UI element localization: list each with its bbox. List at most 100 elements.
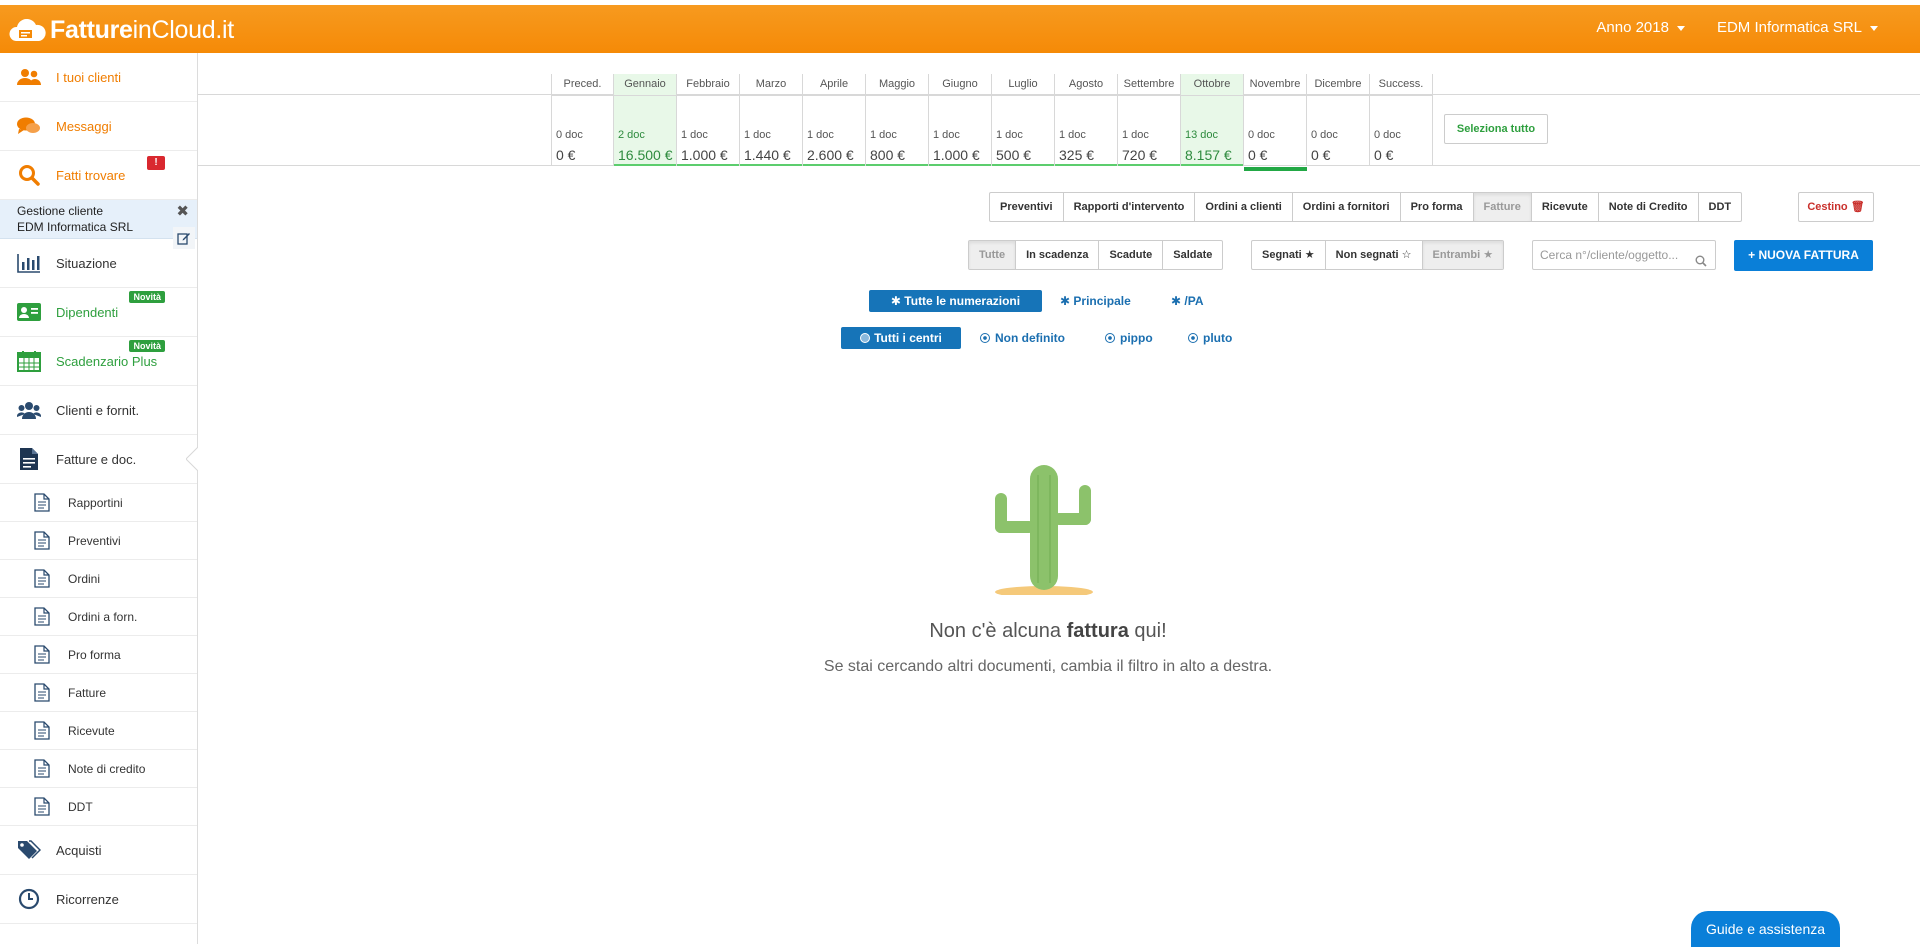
month-amount: 1.440 € [744, 147, 791, 163]
month-column[interactable]: Luglio 1 doc 500 € [992, 74, 1055, 166]
filter-status-3[interactable]: Saldate [1163, 241, 1222, 269]
help-button[interactable]: Guide e assistenza [1691, 911, 1840, 947]
filter-mark-1[interactable]: Non segnati ☆ [1326, 241, 1423, 269]
month-name: Ottobre [1181, 74, 1243, 96]
month-column[interactable]: Novembre 0 doc 0 € [1244, 74, 1307, 171]
month-column[interactable]: Maggio 1 doc 800 € [866, 74, 929, 166]
sidebar-subitem[interactable]: Ordini [0, 560, 197, 598]
company-selector[interactable]: EDM Informatica SRL [1717, 19, 1878, 36]
sidebar-item-dipendenti[interactable]: Dipendenti Novità [0, 288, 197, 337]
numbering-option-2[interactable]: ✱ /PA [1163, 290, 1212, 312]
month-column[interactable]: Ottobre 13 doc 8.157 € [1181, 74, 1244, 166]
month-name: Success. [1370, 74, 1432, 96]
search-placeholder: Cerca n°/cliente/oggetto... [1540, 248, 1679, 262]
sidebar-subitem-label: Pro forma [68, 647, 121, 662]
filter-status-0[interactable]: Tutte [969, 241, 1017, 269]
sidebar-item-label: Acquisti [56, 842, 102, 858]
sidebar-item-clienti-fornitori[interactable]: Clienti e fornit. [0, 386, 197, 435]
month-doc-count: 1 doc [744, 129, 771, 141]
tab-doc-type-7[interactable]: Note di Credito [1599, 193, 1699, 221]
sidebar-item-label: Messaggi [56, 118, 112, 134]
chat-icon [16, 113, 42, 139]
sidebar-subitem[interactable]: Pro forma [0, 636, 197, 674]
new-badge: Novità [129, 340, 165, 352]
new-invoice-button[interactable]: + NUOVA FATTURA [1734, 240, 1873, 271]
sidebar-item-label: Scadenzario Plus [56, 353, 158, 369]
file-icon [34, 720, 52, 741]
month-amount: 0 € [1374, 147, 1394, 163]
year-selector[interactable]: Anno 2018 [1596, 19, 1685, 36]
group-icon [16, 397, 42, 423]
cloud-icon [8, 18, 46, 43]
tab-doc-type-6[interactable]: Ricevute [1532, 193, 1599, 221]
sidebar-subitem[interactable]: Note di credito [0, 750, 197, 788]
month-column[interactable]: Preced. 0 doc 0 € [551, 74, 614, 166]
empty-state-subtitle: Se stai cercando altri documenti, cambia… [823, 658, 1273, 675]
cost-center-option-3[interactable]: pluto [1180, 327, 1240, 349]
tab-doc-type-5[interactable]: Fatture [1473, 193, 1532, 221]
numbering-option-1[interactable]: ✱ Principale [1052, 290, 1139, 312]
sidebar-item-scadenzario[interactable]: Scadenzario Plus Novità [0, 337, 197, 386]
radio-icon [980, 333, 990, 343]
cost-center-option-0[interactable]: Tutti i centri [841, 327, 961, 349]
month-column[interactable]: Marzo 1 doc 1.440 € [740, 74, 803, 166]
sidebar-subitem[interactable]: Rapportini [0, 484, 197, 522]
search-icon [1695, 249, 1707, 269]
filter-status-1[interactable]: In scadenza [1016, 241, 1100, 269]
empty-state-title: Non c'è alcuna fattura qui! [798, 620, 1298, 643]
edit-icon[interactable] [173, 227, 195, 249]
month-column[interactable]: Febbraio 1 doc 1.000 € [677, 74, 740, 166]
month-column[interactable]: Aprile 1 doc 2.600 € [803, 74, 866, 166]
file-icon [34, 758, 52, 779]
cost-center-label: Tutti i centri [874, 331, 942, 345]
users-icon [16, 64, 42, 90]
cost-center-option-2[interactable]: pippo [1097, 327, 1161, 349]
tab-doc-type-3[interactable]: Ordini a fornitori [1293, 193, 1401, 221]
month-column[interactable]: Success. 0 doc 0 € [1370, 74, 1433, 166]
month-name: Agosto [1055, 74, 1117, 96]
month-column[interactable]: Giugno 1 doc 1.000 € [929, 74, 992, 166]
cost-center-option-1[interactable]: Non definito [972, 327, 1073, 349]
filter-mark-2[interactable]: Entrambi ★ [1422, 241, 1504, 269]
sidebar-subitem[interactable]: Ricevute [0, 712, 197, 750]
month-progress-line [1181, 164, 1243, 166]
sidebar-item-clients[interactable]: I tuoi clienti [0, 53, 197, 102]
filter-status-2[interactable]: Scadute [1099, 241, 1164, 269]
sidebar-subitem-label: Preventivi [68, 533, 121, 548]
month-doc-count: 1 doc [681, 129, 708, 141]
sidebar-item-ricorrenze[interactable]: Ricorrenze [0, 875, 197, 924]
select-all-button[interactable]: Seleziona tutto [1444, 114, 1548, 144]
tab-doc-type-2[interactable]: Ordini a clienti [1195, 193, 1293, 221]
client-management-company: EDM Informatica SRL [17, 220, 134, 234]
month-amount: 2.600 € [807, 147, 854, 163]
radio-icon [1188, 333, 1198, 343]
close-icon[interactable]: ✖ [176, 202, 189, 220]
month-column[interactable]: Gennaio 2 doc 16.500 € [614, 74, 677, 166]
search-input[interactable]: Cerca n°/cliente/oggetto... [1532, 240, 1716, 270]
sidebar-item-acquisti[interactable]: Acquisti [0, 826, 197, 875]
month-column[interactable]: Settembre 1 doc 720 € [1118, 74, 1181, 166]
sidebar-item-situazione[interactable]: Situazione [0, 227, 197, 288]
month-doc-count: 0 doc [1311, 129, 1338, 141]
tab-doc-type-4[interactable]: Pro forma [1401, 193, 1474, 221]
month-column[interactable]: Dicembre 0 doc 0 € [1307, 74, 1370, 166]
brand-logo[interactable]: FattureinCloud.it [8, 16, 234, 45]
sidebar-subitem[interactable]: DDT [0, 788, 197, 826]
trash-button[interactable]: Cestino 🗑 [1798, 192, 1874, 222]
sidebar-subitem-label: Rapportini [68, 495, 123, 510]
sidebar-item-fatture-doc[interactable]: Fatture e doc. [0, 435, 198, 484]
sidebar-subitem[interactable]: Preventivi [0, 522, 197, 560]
tab-doc-type-1[interactable]: Rapporti d'intervento [1064, 193, 1196, 221]
sidebar-item-find[interactable]: Fatti trovare ! [0, 151, 197, 200]
sidebar-item-messages[interactable]: Messaggi [0, 102, 197, 151]
filter-mark-0[interactable]: Segnati ★ [1252, 241, 1326, 269]
sidebar-subitem[interactable]: Fatture [0, 674, 197, 712]
tab-doc-type-0[interactable]: Preventivi [990, 193, 1064, 221]
sidebar-subitem[interactable]: Ordini a forn. [0, 598, 197, 636]
month-column[interactable]: Agosto 1 doc 325 € [1055, 74, 1118, 166]
month-amount: 0 € [1311, 147, 1331, 163]
month-name: Preced. [552, 74, 613, 96]
month-name: Gennaio [614, 74, 676, 96]
tab-doc-type-8[interactable]: DDT [1699, 193, 1742, 221]
numbering-option-0[interactable]: ✱ Tutte le numerazioni [869, 290, 1042, 312]
